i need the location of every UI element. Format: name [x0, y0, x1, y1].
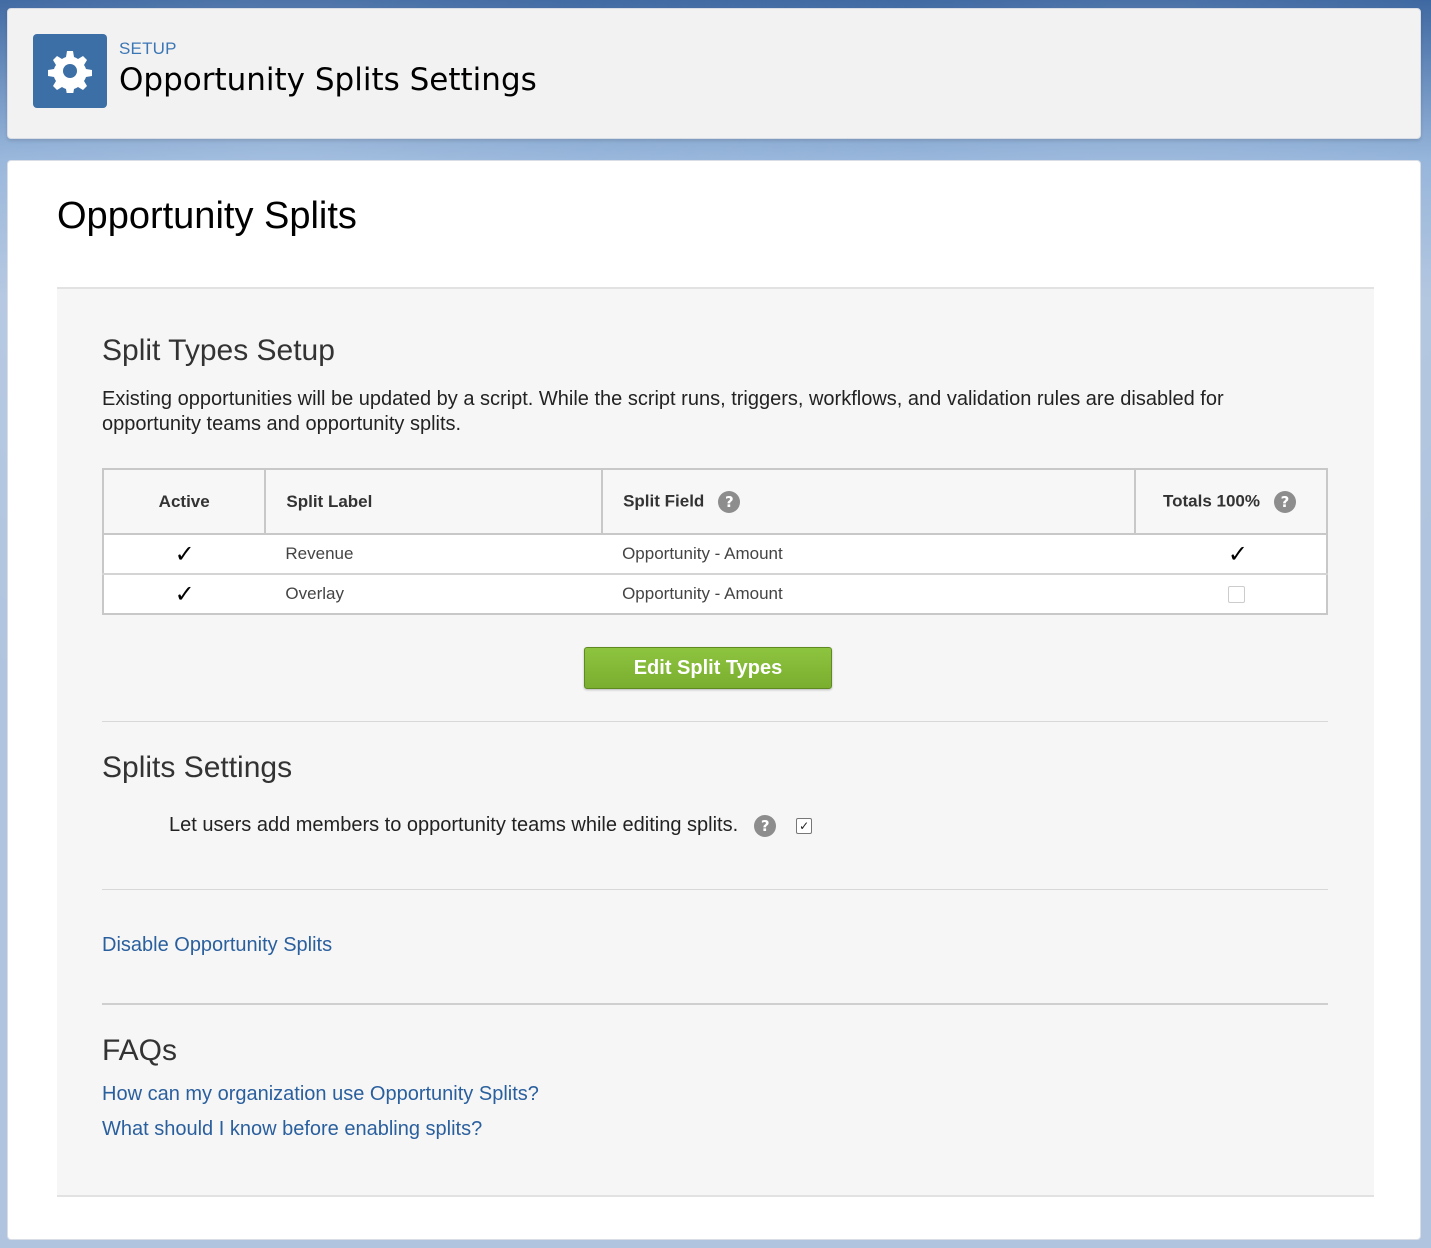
split-types-description: Existing opportunities will be updated b… [102, 388, 1224, 435]
page-title: Opportunity Splits [57, 195, 357, 237]
team-members-label: Let users add members to opportunity tea… [169, 814, 739, 836]
main-content: Opportunity Splits Split Types Setup Exi… [7, 160, 1421, 1240]
split-field-cell: Opportunity - Amount [602, 573, 1135, 614]
table-header-row: Active Split Label Split Field? Totals 1… [101, 468, 1329, 535]
column-header-totals: Totals 100%? [1133, 468, 1329, 535]
column-header-active: Active [101, 468, 267, 535]
table-row: ✓ Overlay Opportunity - Amount [103, 573, 1327, 614]
divider [102, 889, 1328, 890]
edit-split-types-button[interactable]: Edit Split Types [584, 647, 832, 689]
checkmark-icon: ✓ [174, 580, 195, 608]
faqs-title: FAQs [102, 1034, 178, 1067]
help-icon[interactable]: ? [1274, 490, 1296, 513]
split-label-cell: Revenue [265, 533, 603, 574]
help-icon[interactable]: ? [754, 814, 777, 837]
faq-link[interactable]: How can my organization use Opportunity … [102, 1083, 539, 1106]
totals-cell: ✓ [1134, 533, 1327, 574]
team-members-setting: Let users add members to opportunity tea… [169, 814, 813, 837]
column-header-field: Split Field? [601, 468, 1136, 535]
divider [102, 1003, 1328, 1005]
header-eyebrow: SETUP [119, 39, 177, 58]
split-types-table: Active Split Label Split Field? Totals 1… [101, 468, 1329, 615]
totals-cell [1134, 573, 1327, 614]
split-field-cell: Opportunity - Amount [602, 533, 1135, 574]
faq-link[interactable]: What should I know before enabling split… [102, 1118, 482, 1141]
divider [102, 721, 1328, 722]
gear-icon [33, 34, 107, 108]
team-members-checkbox[interactable]: ✓ [796, 817, 813, 834]
checkmark-icon: ✓ [174, 540, 195, 568]
split-types-title: Split Types Setup [102, 334, 335, 367]
table-row: ✓ Revenue Opportunity - Amount ✓ [103, 533, 1327, 574]
split-label-cell: Overlay [265, 573, 603, 614]
active-cell: ✓ [103, 573, 266, 614]
checkmark-icon: ✓ [1227, 540, 1248, 568]
settings-panel: Split Types Setup Existing opportunities… [57, 287, 1374, 1197]
active-cell: ✓ [103, 533, 266, 574]
help-icon[interactable]: ? [718, 490, 741, 513]
header-title: Opportunity Splits Settings [119, 62, 537, 98]
disable-splits-link[interactable]: Disable Opportunity Splits [102, 934, 332, 957]
page-header: SETUP Opportunity Splits Settings [7, 8, 1421, 139]
splits-settings-title: Splits Settings [102, 751, 293, 784]
column-header-label: Split Label [264, 468, 604, 535]
unchecked-box-icon [1228, 586, 1245, 604]
